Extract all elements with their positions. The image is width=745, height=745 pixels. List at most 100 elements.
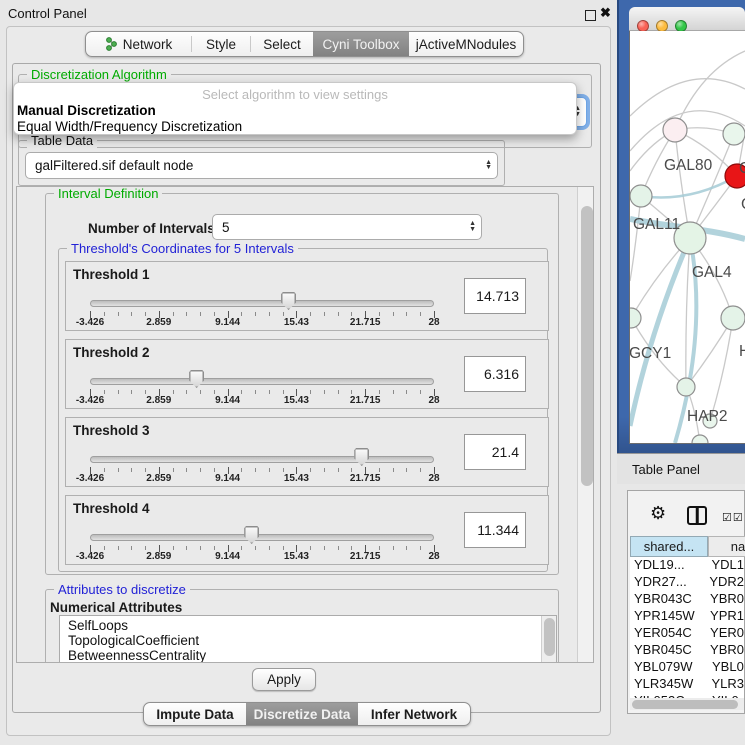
cell-shared-name: YDL19... bbox=[630, 557, 709, 574]
minor-tick bbox=[131, 546, 132, 550]
tab-infer-network[interactable]: Infer Network bbox=[358, 703, 470, 725]
table-horizontal-scrollbar[interactable] bbox=[630, 698, 744, 710]
threshold-label: Threshold 1 bbox=[73, 267, 150, 282]
tick-label: 28 bbox=[412, 551, 456, 562]
slider-track[interactable] bbox=[90, 300, 434, 307]
close-icon[interactable]: ✖ bbox=[600, 5, 611, 21]
minor-tick bbox=[200, 468, 201, 472]
minor-tick bbox=[214, 468, 215, 472]
combo-spinner-icon: ▲▼ bbox=[469, 221, 476, 233]
combo-spinner-icon: ▲▼ bbox=[485, 160, 492, 172]
attribute-list-item[interactable]: SelfLoops bbox=[68, 618, 556, 633]
tick-label: 28 bbox=[412, 317, 456, 328]
tab-jactivemnodules[interactable]: jActiveMNodules bbox=[409, 32, 523, 56]
float-window-icon[interactable] bbox=[585, 10, 596, 21]
cell-shared-name: YBR045C bbox=[630, 642, 708, 659]
slider-thumb[interactable] bbox=[244, 526, 259, 544]
window-title: Control Panel bbox=[8, 6, 87, 21]
numerical-attributes-heading: Numerical Attributes bbox=[50, 600, 182, 615]
minor-tick bbox=[406, 390, 407, 394]
slider-track[interactable] bbox=[90, 378, 434, 385]
threshold-value-field[interactable]: 21.4 bbox=[464, 434, 526, 470]
minor-tick bbox=[324, 312, 325, 316]
svg-text:GCY1: GCY1 bbox=[630, 345, 671, 362]
cell-name: YBR0 bbox=[708, 591, 744, 608]
slider-track[interactable] bbox=[90, 456, 434, 463]
attribute-list-item[interactable]: BetweennessCentrality bbox=[68, 648, 556, 663]
algorithm-dropdown-popup: Select algorithm to view settings Manual… bbox=[13, 82, 577, 135]
column-header-shared-name[interactable]: shared... bbox=[630, 536, 708, 557]
minor-tick bbox=[283, 312, 284, 316]
minor-tick bbox=[241, 312, 242, 316]
minor-tick bbox=[338, 468, 339, 472]
minor-tick bbox=[283, 390, 284, 394]
table-row[interactable]: YBR045CYBR0 bbox=[630, 642, 744, 659]
tick-label: 15.43 bbox=[274, 317, 318, 328]
tab-discretize-data[interactable]: Discretize Data bbox=[246, 703, 358, 725]
threshold-label: Threshold 2 bbox=[73, 345, 150, 360]
checkboxes-icon[interactable]: ☑☑ bbox=[722, 511, 744, 524]
svg-text:GAL80: GAL80 bbox=[664, 157, 713, 174]
table-row[interactable]: YER054CYER0 bbox=[630, 625, 744, 642]
gear-icon[interactable]: ⚙ bbox=[650, 503, 666, 524]
table-row[interactable]: YBL079WYBL0 bbox=[630, 659, 744, 676]
cell-name: YBR0 bbox=[708, 642, 744, 659]
network-canvas[interactable]: GAL80GCGAL11GAL4GCY1HHAP2 bbox=[630, 31, 745, 443]
group-title-discretization: Discretization Algorithm bbox=[27, 67, 171, 82]
column-header-name[interactable]: na bbox=[708, 536, 745, 557]
slider-track[interactable] bbox=[90, 534, 434, 541]
popup-option-manual[interactable]: Manual Discretization bbox=[17, 103, 156, 118]
minor-tick bbox=[255, 312, 256, 316]
tick-label: 21.715 bbox=[343, 473, 387, 484]
number-of-intervals-label: Number of Intervals bbox=[88, 221, 215, 236]
attributes-list-scrollbar[interactable] bbox=[541, 616, 556, 663]
minor-tick bbox=[145, 468, 146, 472]
settings-scrollbar-thumb[interactable] bbox=[581, 206, 593, 486]
number-of-intervals-value: 5 bbox=[222, 220, 230, 235]
slider-thumb[interactable] bbox=[281, 292, 296, 310]
minor-tick bbox=[118, 390, 119, 394]
table-row[interactable]: YPR145WYPR1 bbox=[630, 608, 744, 625]
minor-tick bbox=[214, 312, 215, 316]
slider-thumb[interactable] bbox=[354, 448, 369, 466]
tab-cyni-toolbox[interactable]: Cyni Toolbox bbox=[313, 32, 409, 56]
table-rows[interactable]: YDL19...YDL1YDR27...YDR2YBR043CYBR0YPR14… bbox=[630, 557, 744, 698]
attribute-list-item[interactable]: TopologicalCoefficient bbox=[68, 633, 556, 648]
minor-tick bbox=[145, 312, 146, 316]
network-window-titlebar[interactable] bbox=[629, 7, 745, 31]
threshold-value-field[interactable]: 14.713 bbox=[464, 278, 526, 314]
numerical-attributes-list[interactable]: SelfLoopsTopologicalCoefficientBetweenne… bbox=[59, 615, 557, 663]
tick-label: 21.715 bbox=[343, 317, 387, 328]
table-data-value: galFiltered.sif default node bbox=[35, 158, 193, 173]
table-row[interactable]: YLR345WYLR3 bbox=[630, 676, 744, 693]
tab-select[interactable]: Select bbox=[251, 32, 313, 56]
tab-style[interactable]: Style bbox=[192, 32, 250, 56]
columns-icon[interactable] bbox=[687, 506, 707, 525]
minor-tick bbox=[214, 390, 215, 394]
table-row[interactable]: YDL19...YDL1 bbox=[630, 557, 744, 574]
tick-label: -3.426 bbox=[68, 395, 112, 406]
table-row[interactable]: YBR043CYBR0 bbox=[630, 591, 744, 608]
table-panel-inner: ⚙ ☑☑ shared... na YDL19...YDL1YDR27...YD… bbox=[627, 490, 745, 714]
slider-thumb[interactable] bbox=[189, 370, 204, 388]
table-data-combobox[interactable]: galFiltered.sif default node ▲▼ bbox=[25, 152, 498, 179]
tick-label: 28 bbox=[412, 473, 456, 484]
cell-shared-name: YDR27... bbox=[630, 574, 707, 591]
number-of-intervals-combobox[interactable]: 5 ▲▼ bbox=[212, 214, 482, 240]
bottom-tab-bar: Impute DataDiscretize DataInfer Network bbox=[143, 702, 471, 726]
minor-tick bbox=[420, 390, 421, 394]
threshold-label: Threshold 4 bbox=[73, 501, 150, 516]
threshold-value-field[interactable]: 6.316 bbox=[464, 356, 526, 392]
tab-impute-data[interactable]: Impute Data bbox=[144, 703, 246, 725]
group-table-data: Table Data galFiltered.sif default node … bbox=[18, 140, 505, 186]
tab-label: jActiveMNodules bbox=[416, 37, 517, 52]
table-row[interactable]: YDR27...YDR2 bbox=[630, 574, 744, 591]
minor-tick bbox=[269, 312, 270, 316]
apply-button[interactable]: Apply bbox=[252, 668, 316, 691]
settings-scrollbar[interactable] bbox=[577, 187, 594, 663]
minor-tick bbox=[255, 468, 256, 472]
tab-network[interactable]: Network bbox=[86, 32, 191, 56]
minor-tick bbox=[269, 390, 270, 394]
popup-option-equal-width[interactable]: Equal Width/Frequency Discretization bbox=[17, 119, 242, 134]
threshold-value-field[interactable]: 11.344 bbox=[464, 512, 526, 548]
